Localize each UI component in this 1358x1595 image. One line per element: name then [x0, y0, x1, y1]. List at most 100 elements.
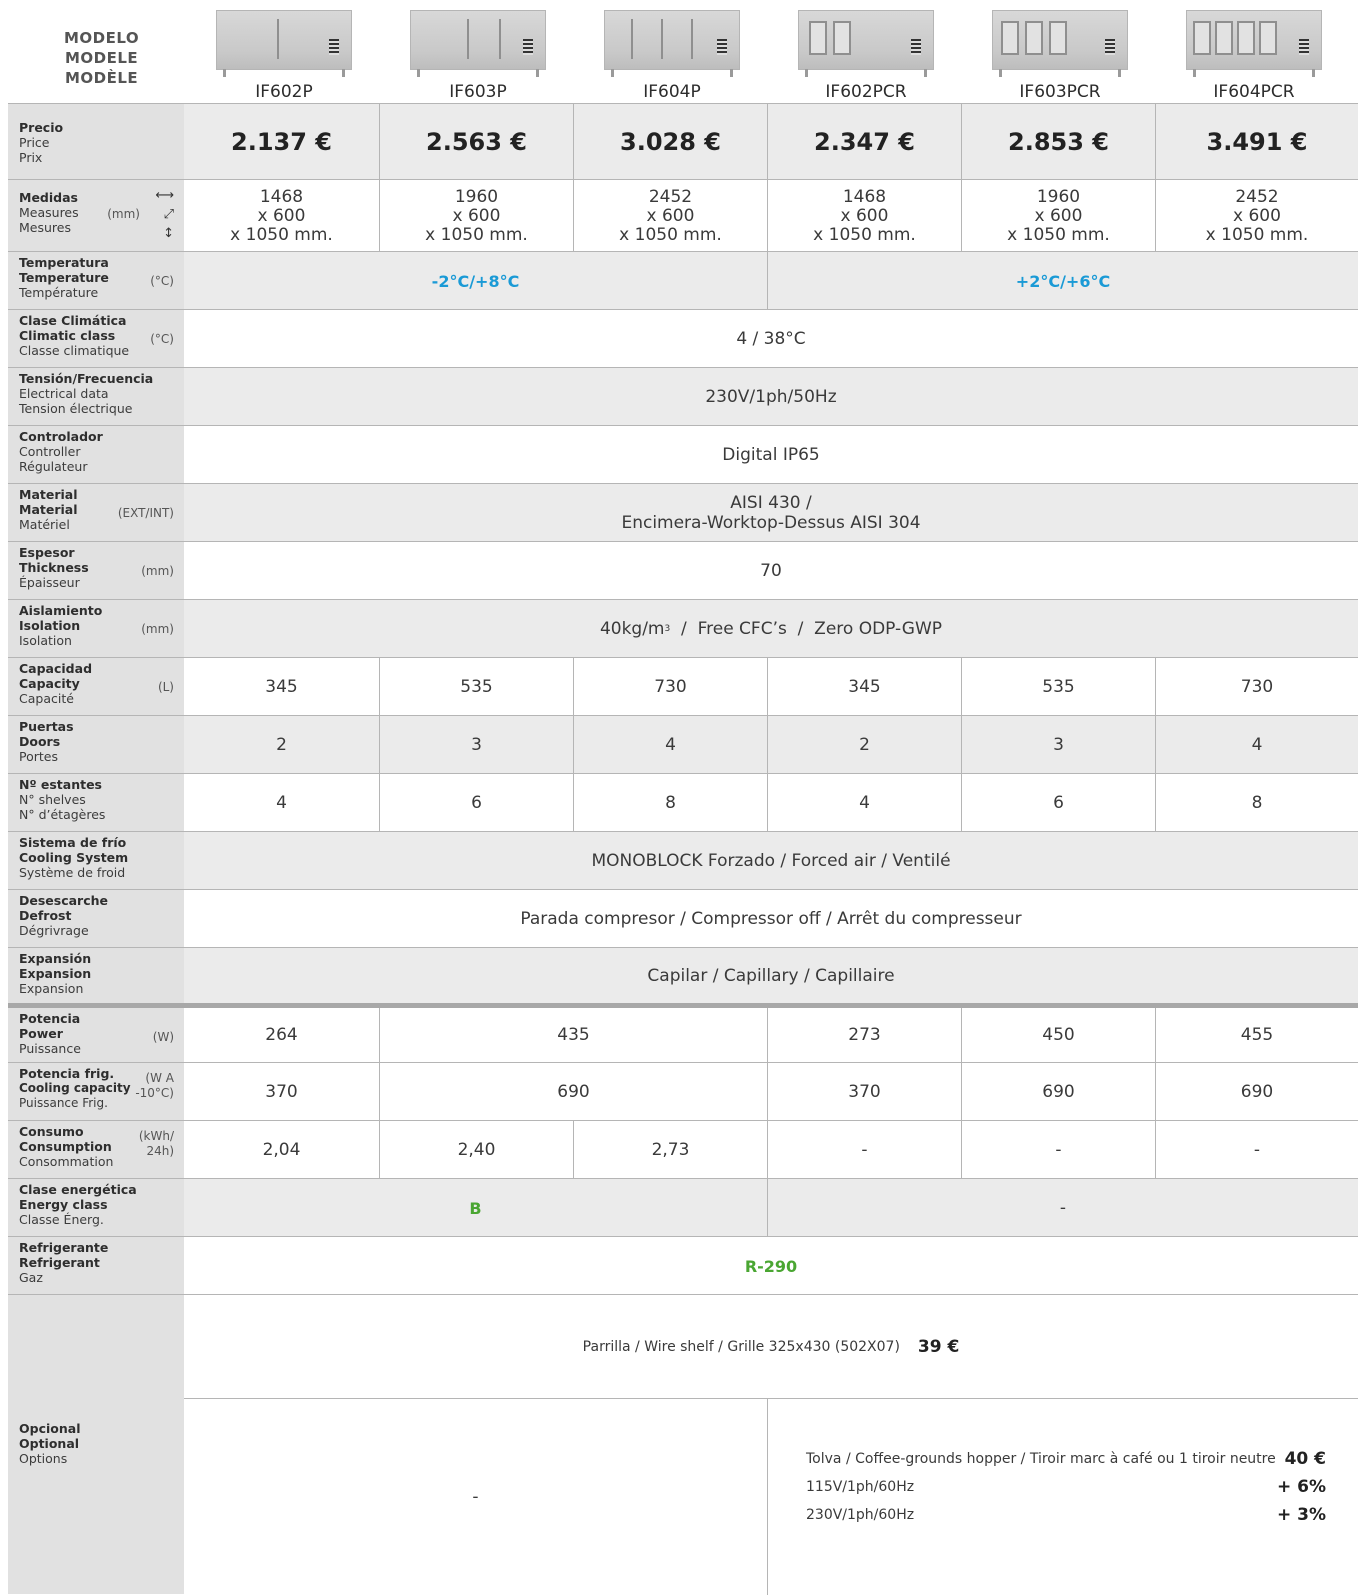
energy-class-value: B — [469, 1198, 482, 1218]
model-label: MODELO MODELE MODÈLE — [64, 28, 139, 88]
product-image — [1186, 10, 1322, 77]
measure-value: 2452 x 600 x 1050 mm. — [573, 180, 767, 252]
product-image — [216, 10, 352, 77]
product-name: IF604P — [643, 82, 701, 102]
material-value: AISI 430 /Encimera-Worktop-Dessus AISI 3… — [621, 493, 921, 533]
product-name: IF603PCR — [1019, 82, 1101, 102]
product-name: IF602PCR — [825, 82, 907, 102]
row-label: Sistema de frío Cooling System Système de … — [8, 832, 184, 890]
row-defrost: Desescarche Defrost Dégrivrage Parada comp… — [8, 889, 1358, 948]
row-refrigerant: Refrigerante Refrigerant Gaz R-290 — [8, 1236, 1358, 1295]
shelves-value: 4 — [276, 793, 287, 813]
power-value: 450 — [961, 1008, 1155, 1062]
climatic-class-value: 4 / 38°C — [736, 329, 806, 349]
row-label: Expansión Expansion Expansion — [8, 948, 184, 1004]
row-label: Clase Climática Climatic class Classe clim… — [8, 310, 184, 368]
row-label: Material Material Matériel (EXT/INT) — [8, 484, 184, 542]
row-climatic-class: Clase Climática Climatic class Classe clim… — [8, 309, 1358, 368]
header: MODELO MODELE MODÈLE IF602P IF603P IF604… — [0, 0, 1358, 103]
refrigerant-value: R-290 — [744, 1256, 798, 1276]
consumption-value: 2,40 — [379, 1121, 573, 1179]
cooling-system-value: MONOBLOCK Forzado / Forced air / Ventilé — [591, 851, 951, 871]
shelves-value: 4 — [767, 774, 961, 832]
row-label: Potencia Power Puissance (W) — [8, 1008, 184, 1062]
shelves-value: 8 — [573, 774, 767, 832]
row-label: Clase energética Energy class Classe Énerg… — [8, 1179, 184, 1237]
capacity-value: 730 — [1155, 658, 1358, 716]
row-cooling-capacity: Potencia frig. Cooling capacity Puissance … — [8, 1062, 1358, 1121]
capacity-value: 535 — [379, 658, 573, 716]
product-column-header: IF603PCR — [963, 6, 1157, 102]
consumption-value: 2,73 — [573, 1121, 767, 1179]
doors-value: 4 — [573, 716, 767, 774]
shelves-value: 8 — [1155, 774, 1358, 832]
isolation-value: 40kg/m 3 / Free CFC’s / Zero ODP-GWP — [599, 619, 943, 639]
product-image — [798, 10, 934, 77]
row-optional: Opcional Optional Options Parrilla / Wire … — [8, 1294, 1358, 1595]
row-label: Potencia frig. Cooling capacity Puissance … — [8, 1063, 184, 1121]
measure-value: 1960 x 600 x 1050 mm. — [961, 180, 1155, 252]
temperature-value: -2°C/+8°C — [431, 271, 520, 291]
row-label: Desescarche Defrost Dégrivrage — [8, 890, 184, 948]
row-doors: Puertas Doors Portes 2 3 4 2 3 4 — [8, 715, 1358, 774]
row-power: Potencia Power Puissance (W) 264 435 273 4… — [8, 1003, 1358, 1062]
measure-value: 1960 x 600 x 1050 mm. — [379, 180, 573, 252]
consumption-value: - — [1155, 1121, 1358, 1179]
capacity-value: 535 — [961, 658, 1155, 716]
temperature-value: +2°C/+6°C — [767, 252, 1358, 310]
row-label: Medidas Measures Mesures (mm) ⟷ ⤢ ↕ — [8, 180, 184, 252]
defrost-value: Parada compresor / Compressor off / Arrê… — [520, 909, 1022, 929]
measure-value: 1468 x 600 x 1050 mm. — [767, 180, 961, 252]
row-label: Controlador Controller Régulateur — [8, 426, 184, 484]
row-price: Precio Price Prix 2.137 € 2.563 € 3.028 € … — [8, 103, 1358, 180]
row-label: Tensión/Frecuencia Electrical data Tension… — [8, 368, 184, 426]
row-isolation: Aislamiento Isolation Isolation (mm) 40kg/… — [8, 599, 1358, 658]
row-material: Material Material Matériel (EXT/INT) AISI … — [8, 483, 1358, 542]
expansion-value: Capilar / Capillary / Capillaire — [647, 966, 895, 986]
list-item: Tolva / Coffee-grounds hopper / Tiroir m… — [806, 1449, 1326, 1469]
row-shelves: Nº estantes N° shelves N° d’étagères 4 6 8… — [8, 773, 1358, 832]
energy-class-value: - — [767, 1179, 1358, 1237]
electrical-value: 230V/1ph/50Hz — [705, 387, 837, 407]
cooling-capacity-value: 690 — [1155, 1063, 1358, 1121]
power-value: 435 — [379, 1008, 767, 1062]
capacity-value: 730 — [573, 658, 767, 716]
consumption-value: - — [961, 1121, 1155, 1179]
wire-shelf-option: Parrilla / Wire shelf / Grille 325x430 (… — [582, 1336, 960, 1357]
row-temperature: Temperatura Temperature Température (°C) -… — [8, 251, 1358, 310]
doors-value: 3 — [379, 716, 573, 774]
product-column-header: IF604P — [575, 6, 769, 102]
row-label: Puertas Doors Portes — [8, 716, 184, 774]
row-measures: Medidas Measures Mesures (mm) ⟷ ⤢ ↕ 1468 x 60… — [8, 179, 1358, 252]
product-column-header: IF604PCR — [1157, 6, 1351, 102]
row-cooling-system: Sistema de frío Cooling System Système de … — [8, 831, 1358, 890]
price-value: 2.347 € — [767, 104, 961, 180]
list-item: 230V/1ph/60Hz + 3% — [806, 1505, 1326, 1525]
row-label: Capacidad Capacity Capacité (L) — [8, 658, 184, 716]
cooling-capacity-value: 370 — [265, 1082, 298, 1102]
row-label: Precio Price Prix — [8, 104, 184, 180]
capacity-value: 345 — [767, 658, 961, 716]
measure-value: 1468 x 600 x 1050 mm. — [230, 186, 333, 245]
price-value: 2.853 € — [961, 104, 1155, 180]
price-value: 2.563 € — [379, 104, 573, 180]
row-label: Aislamiento Isolation Isolation (mm) — [8, 600, 184, 658]
price-value: 3.491 € — [1155, 104, 1358, 180]
capacity-value: 345 — [265, 677, 298, 697]
row-controller: Controlador Controller Régulateur Digital … — [8, 425, 1358, 484]
price-value: 3.028 € — [573, 104, 767, 180]
row-label: Espesor Thickness Épaisseur (mm) — [8, 542, 184, 600]
doors-value: 4 — [1155, 716, 1358, 774]
doors-value: 3 — [961, 716, 1155, 774]
row-energy-class: Clase energética Energy class Classe Énerg… — [8, 1178, 1358, 1237]
product-column-header: IF602PCR — [769, 6, 963, 102]
product-name: IF603P — [449, 82, 507, 102]
row-capacity: Capacidad Capacity Capacité (L) 345 535 73… — [8, 657, 1358, 716]
row-consumption: Consumo Consumption Consommation (kWh/24h)… — [8, 1120, 1358, 1179]
row-label: Opcional Optional Options — [8, 1295, 184, 1594]
power-value: 273 — [767, 1008, 961, 1062]
optional-list: Tolva / Coffee-grounds hopper / Tiroir m… — [806, 1445, 1326, 1529]
price-value: 2.137 € — [231, 128, 332, 156]
thickness-value: 70 — [760, 561, 782, 581]
consumption-value: 2,04 — [262, 1140, 301, 1160]
